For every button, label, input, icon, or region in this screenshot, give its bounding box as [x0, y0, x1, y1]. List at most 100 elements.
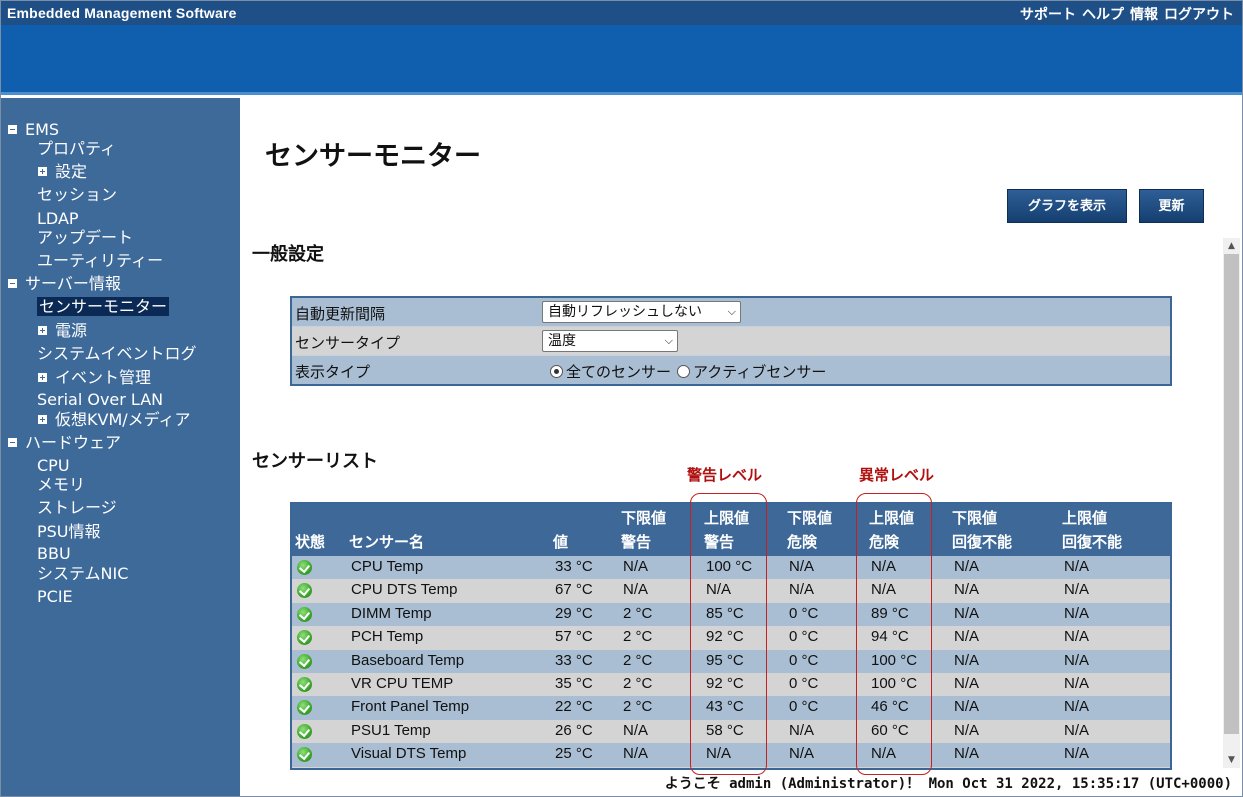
sidebar-item-5[interactable]: アップデート	[37, 228, 133, 248]
table-cell: N/A	[789, 558, 815, 575]
sidebar-item-21[interactable]: PCIE	[37, 587, 73, 607]
table-row[interactable]: Front Panel Temp 22 °C 2 °C 43 °C 0 °C 46 °C N…	[292, 696, 1170, 720]
sidebar-item-19[interactable]: BBU	[37, 544, 71, 564]
sidebar-item-11[interactable]: イベント管理	[38, 368, 151, 388]
expand-icon[interactable]	[38, 325, 47, 335]
table-cell: 2 °C	[623, 604, 653, 622]
refresh-interval-select[interactable]: 自動リフレッシュしない ⌵	[542, 301, 741, 323]
expand-icon[interactable]	[38, 166, 47, 176]
collapse-icon[interactable]	[8, 437, 17, 447]
column-header-line1	[553, 506, 568, 530]
sidebar-item-9[interactable]: 電源	[38, 321, 87, 341]
sidebar-item-3[interactable]: セッション	[37, 185, 117, 205]
table-row[interactable]: DIMM Temp 29 °C 2 °C 85 °C 0 °C 89 °C N/A N/A	[292, 602, 1170, 627]
help-link[interactable]: ヘルプ	[1082, 4, 1124, 24]
table-row[interactable]: Visual DTS Temp 25 °C N/A N/A N/A N/A N/A N/A	[292, 743, 1170, 767]
sidebar-item-0[interactable]: EMS	[8, 120, 59, 140]
logout-link[interactable]: ログアウト	[1164, 4, 1234, 24]
collapse-icon[interactable]	[8, 278, 17, 288]
column-header[interactable]: 値	[553, 506, 568, 554]
table-cell: 67 °C	[555, 581, 593, 599]
sidebar-item-7[interactable]: サーバー情報	[8, 274, 121, 294]
sidebar-item-label: EMS	[25, 120, 60, 139]
scroll-down-arrow-icon[interactable]: ▼	[1223, 752, 1240, 768]
table-cell: N/A	[1064, 604, 1090, 622]
check-circle-icon	[297, 723, 312, 739]
table-cell: N/A	[871, 581, 897, 599]
column-header[interactable]: 下限値 回復不能	[952, 506, 1012, 554]
sidebar-item-6[interactable]: ユーティリティー	[37, 251, 163, 271]
column-header[interactable]: 下限値 危険	[787, 506, 832, 554]
active-sensors-radio[interactable]	[677, 365, 691, 378]
table-cell: 46 °C	[871, 698, 909, 716]
table-row[interactable]: PCH Temp 57 °C 2 °C 92 °C 0 °C 94 °C N/A N/A	[292, 626, 1170, 650]
page-title: センサーモニター	[265, 141, 481, 172]
sidebar-item-label: ハードウェア	[25, 433, 122, 452]
all-sensors-label[interactable]: 全てのセンサー	[566, 361, 671, 382]
column-header[interactable]: センサー名	[349, 506, 424, 554]
column-header[interactable]: 上限値 回復不能	[1062, 506, 1122, 554]
sidebar-item-4[interactable]: LDAP	[37, 209, 79, 229]
scroll-up-arrow-icon[interactable]: ▲	[1223, 238, 1240, 254]
table-cell: 26 °C	[555, 721, 593, 739]
sidebar-item-14[interactable]: ハードウェア	[8, 433, 121, 453]
column-header[interactable]: 状態	[295, 506, 325, 554]
column-header[interactable]: 上限値 警告	[704, 506, 749, 554]
active-sensors-label[interactable]: アクティブセンサー	[693, 361, 826, 382]
support-link[interactable]: サポート	[1020, 4, 1076, 24]
show-graph-button[interactable]: グラフを表示	[1007, 189, 1127, 223]
table-cell: 2 °C	[623, 698, 653, 716]
table-cell: N/A	[954, 745, 980, 763]
table-row[interactable]: CPU Temp 33 °C N/A 100 °C N/A N/A N/A N/A	[292, 556, 1170, 580]
column-header[interactable]: 下限値 警告	[621, 506, 666, 554]
sidebar-item-15[interactable]: CPU	[37, 456, 70, 476]
sidebar-item-label: システムイベントログ	[37, 344, 197, 363]
table-cell: N/A	[1064, 674, 1090, 692]
sidebar-item-16[interactable]: メモリ	[37, 475, 85, 495]
sidebar-item-20[interactable]: システムNIC	[37, 564, 128, 584]
check-circle-icon	[297, 630, 312, 646]
scroll-thumb[interactable]	[1224, 254, 1239, 734]
table-cell: 0 °C	[789, 674, 819, 692]
sidebar-item-label: BBU	[37, 544, 71, 563]
sensor-type-select[interactable]: 温度 ⌵	[542, 330, 678, 352]
column-header-line2: 回復不能	[952, 533, 1013, 551]
table-row[interactable]: Baseboard Temp 33 °C 2 °C 95 °C 0 °C 100 °C N/…	[292, 649, 1170, 673]
table-cell: N/A	[954, 674, 980, 692]
sidebar-item-2[interactable]: 設定	[38, 162, 87, 182]
expand-icon[interactable]	[38, 372, 47, 382]
collapse-icon[interactable]	[8, 124, 17, 134]
table-cell: 60 °C	[871, 721, 909, 739]
sidebar-item-10[interactable]: システムイベントログ	[37, 344, 197, 364]
column-header-line2: センサー名	[349, 533, 425, 551]
column-header-line2: 状態	[295, 533, 326, 551]
check-circle-icon	[297, 583, 312, 599]
sidebar-item-12[interactable]: Serial Over LAN	[37, 390, 163, 410]
table-cell: N/A	[789, 721, 815, 739]
chevron-down-icon: ⌵	[664, 334, 673, 347]
sidebar-item-8[interactable]: センサーモニター	[37, 297, 170, 317]
refresh-interval-value: 自動リフレッシュしない	[548, 304, 702, 320]
table-row[interactable]: CPU DTS Temp 67 °C N/A N/A N/A N/A N/A N/A	[292, 579, 1170, 603]
top-links: サポート ヘルプ 情報 ログアウト	[1020, 4, 1234, 24]
expand-icon[interactable]	[38, 414, 47, 424]
table-row[interactable]: PSU1 Temp 26 °C N/A 58 °C N/A 60 °C N/A N/A	[292, 719, 1170, 744]
all-sensors-radio[interactable]	[550, 365, 563, 378]
sidebar-item-13[interactable]: 仮想KVM/メディア	[38, 410, 191, 430]
table-cell: N/A	[706, 581, 732, 599]
sidebar-item-17[interactable]: ストレージ	[37, 498, 117, 518]
info-link[interactable]: 情報	[1130, 4, 1158, 24]
scrollbar[interactable]: ▲ ▼	[1223, 238, 1240, 768]
refresh-button[interactable]: 更新	[1139, 189, 1204, 223]
table-cell: N/A	[954, 698, 980, 716]
sidebar-item-1[interactable]: プロパティ	[37, 139, 116, 159]
column-header[interactable]: 上限値 危険	[869, 506, 914, 554]
sensor-list-title: センサーリスト	[252, 451, 378, 472]
sensor-type-value: 温度	[548, 333, 576, 349]
table-row[interactable]: VR CPU TEMP 35 °C 2 °C 92 °C 0 °C 100 °C N/A N/…	[292, 672, 1170, 697]
sidebar-item-18[interactable]: PSU情報	[37, 522, 101, 542]
check-circle-icon	[297, 676, 312, 692]
table-cell: 85 °C	[706, 604, 744, 622]
settings-row-refresh: 自動更新間隔 自動リフレッシュしない ⌵	[292, 298, 1170, 326]
table-cell: N/A	[789, 745, 815, 763]
